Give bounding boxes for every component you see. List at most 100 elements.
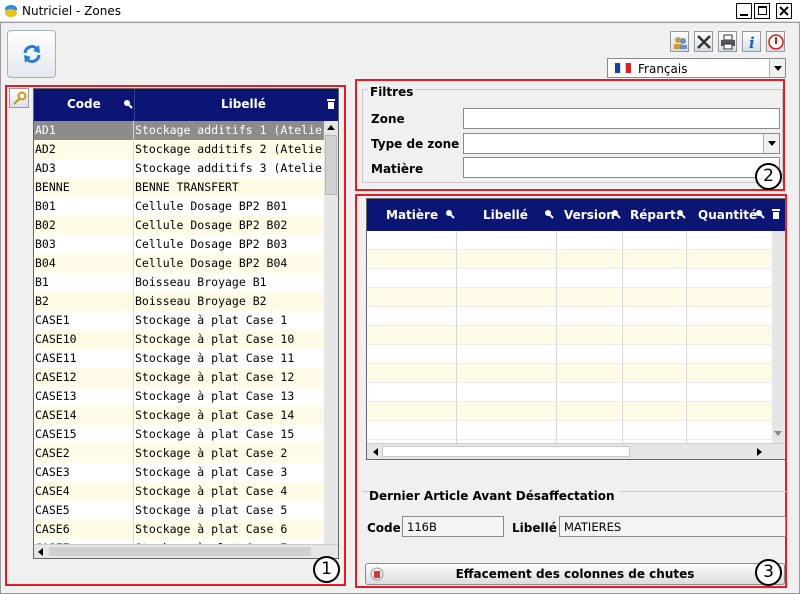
table-row[interactable] (367, 383, 772, 402)
cell-divider (133, 368, 134, 387)
search-icon[interactable] (123, 99, 133, 109)
column-divider (556, 231, 557, 443)
language-select[interactable]: Français (607, 58, 786, 78)
search-icon[interactable] (676, 209, 686, 219)
clear-scrap-columns-label: Effacement des colonnes de chutes (455, 567, 695, 581)
table-row[interactable]: B01 Cellule Dosage BP2 B01 (34, 197, 324, 216)
scroll-left-icon[interactable] (373, 448, 378, 456)
table-row[interactable]: CASE14 Stockage à plat Case 14 (34, 406, 324, 425)
matiere-filter-input[interactable] (463, 157, 780, 178)
column-header-version[interactable]: Version (564, 208, 615, 222)
table-row[interactable]: CASE1 Stockage à plat Case 1 (34, 311, 324, 330)
table-row[interactable]: AD1 Stockage additifs 1 (Atelier Liqu (34, 121, 324, 140)
power-icon (768, 34, 784, 50)
info-button[interactable]: i (742, 31, 761, 52)
table-row[interactable] (367, 269, 772, 288)
trash-icon[interactable] (327, 99, 335, 109)
cell-divider (133, 311, 134, 330)
table-row[interactable]: CASE11 Stockage à plat Case 11 (34, 349, 324, 368)
search-icon[interactable] (544, 209, 554, 219)
table-row[interactable]: CASE10 Stockage à plat Case 10 (34, 330, 324, 349)
table-row[interactable] (367, 307, 772, 326)
search-icon[interactable] (611, 209, 621, 219)
table-row[interactable]: CASE3 Stockage à plat Case 3 (34, 463, 324, 482)
table-row[interactable]: AD3 Stockage additifs 3 (Atelier Liqu (34, 159, 324, 178)
search-key-button[interactable] (9, 88, 29, 108)
chevron-down-icon[interactable] (769, 59, 785, 77)
close-button[interactable] (776, 3, 792, 19)
scroll-thumb[interactable] (325, 135, 337, 195)
users-button[interactable] (670, 31, 689, 52)
column-header-matiere[interactable]: Matière (386, 208, 438, 222)
column-header-quantite[interactable]: Quantité (698, 208, 757, 222)
materials-vertical-scrollbar[interactable] (772, 231, 785, 443)
table-row[interactable] (367, 345, 772, 364)
cell-divider (133, 482, 134, 501)
table-row[interactable] (367, 288, 772, 307)
table-row[interactable] (367, 326, 772, 345)
column-divider (134, 89, 135, 121)
tools-button[interactable] (694, 31, 713, 52)
table-row[interactable]: B03 Cellule Dosage BP2 B03 (34, 235, 324, 254)
table-row[interactable]: CASE12 Stockage à plat Case 12 (34, 368, 324, 387)
table-row[interactable]: CASE13 Stockage à plat Case 13 (34, 387, 324, 406)
search-icon[interactable] (755, 209, 765, 219)
table-row[interactable]: CASE4 Stockage à plat Case 4 (34, 482, 324, 501)
french-flag-icon (615, 63, 631, 73)
table-row[interactable]: AD2 Stockage additifs 2 (Atelier Liqu (34, 140, 324, 159)
zone-filter-label: Zone (371, 112, 405, 126)
h-scroll-thumb[interactable] (49, 547, 311, 556)
eraser-icon (370, 567, 384, 581)
scroll-right-icon[interactable] (757, 448, 762, 456)
column-header-repart[interactable]: Répart. (630, 208, 680, 222)
scroll-down-icon[interactable] (774, 431, 782, 436)
table-row[interactable]: CASE15 Stockage à plat Case 15 (34, 425, 324, 444)
chevron-down-icon[interactable] (763, 134, 779, 153)
zone-label-cell: Stockage à plat Case 12 (135, 370, 295, 384)
zone-type-filter-select[interactable] (463, 133, 780, 154)
quit-button[interactable] (766, 31, 785, 52)
table-row[interactable] (367, 250, 772, 269)
cell-divider (133, 520, 134, 539)
zone-label-cell: Stockage à plat Case 6 (135, 522, 288, 536)
zones-grid-header: Code Libellé (34, 89, 338, 121)
scroll-left-icon[interactable] (38, 548, 43, 556)
materials-horizontal-scrollbar[interactable] (367, 443, 785, 459)
zone-code-cell: AD1 (35, 123, 56, 137)
column-divider (686, 231, 687, 443)
column-header-code[interactable]: Code (67, 97, 101, 111)
print-button[interactable] (718, 31, 737, 52)
minimize-button[interactable] (736, 3, 752, 19)
table-row[interactable]: B02 Cellule Dosage BP2 B02 (34, 216, 324, 235)
materials-grid-body (367, 231, 772, 443)
trash-icon[interactable] (772, 209, 780, 219)
zone-filter-input[interactable] (463, 108, 780, 129)
table-row[interactable]: B04 Cellule Dosage BP2 B04 (34, 254, 324, 273)
zone-code-cell: CASE11 (35, 351, 77, 365)
h-scroll-thumb[interactable] (382, 446, 630, 457)
zones-vertical-scrollbar[interactable] (324, 121, 338, 544)
table-row[interactable] (367, 231, 772, 250)
table-row[interactable]: BENNE BENNE TRANSFERT (34, 178, 324, 197)
table-row[interactable]: CASE2 Stockage à plat Case 2 (34, 444, 324, 463)
table-row[interactable]: B2 Boisseau Broyage B2 (34, 292, 324, 311)
zone-label-cell: Stockage à plat Case 2 (135, 446, 288, 460)
table-row[interactable]: CASE6 Stockage à plat Case 6 (34, 520, 324, 539)
zone-code-cell: CASE1 (35, 313, 70, 327)
column-header-label[interactable]: Libellé (221, 97, 266, 111)
table-row[interactable] (367, 421, 772, 440)
table-row[interactable] (367, 364, 772, 383)
zone-label-cell: Stockage additifs 3 (Atelier Liqu (135, 161, 324, 175)
printer-icon (721, 34, 735, 50)
maximize-button[interactable] (754, 3, 770, 19)
scroll-up-icon[interactable] (327, 125, 335, 130)
zone-code-cell: B04 (35, 256, 56, 270)
zones-horizontal-scrollbar[interactable] (34, 544, 338, 558)
column-header-libelle[interactable]: Libellé (483, 208, 528, 222)
refresh-button[interactable] (7, 30, 56, 78)
table-row[interactable]: B1 Boisseau Broyage B1 (34, 273, 324, 292)
table-row[interactable]: CASE5 Stockage à plat Case 5 (34, 501, 324, 520)
table-row[interactable] (367, 402, 772, 421)
clear-scrap-columns-button[interactable]: Effacement des colonnes de chutes (365, 563, 785, 585)
search-icon[interactable] (445, 209, 455, 219)
